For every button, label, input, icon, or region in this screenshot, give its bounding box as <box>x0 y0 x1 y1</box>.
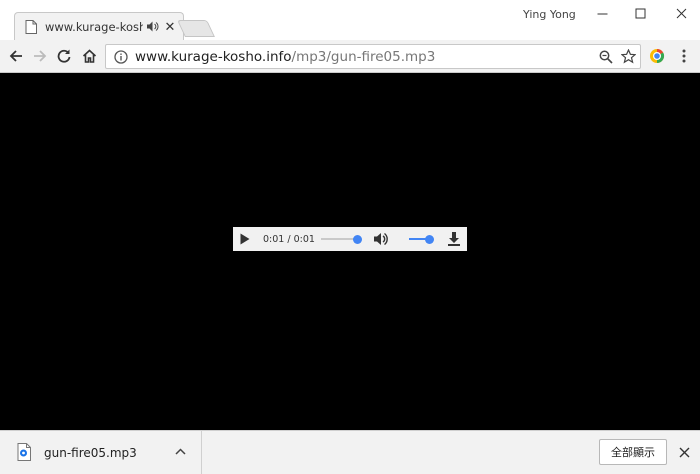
forward-arrow-icon[interactable] <box>30 46 50 66</box>
url-path: /mp3/gun-fire05.mp3 <box>291 48 436 65</box>
seek-slider[interactable] <box>321 234 362 244</box>
reload-icon[interactable] <box>54 46 74 66</box>
time-display: 0:01 / 0:01 <box>263 233 315 245</box>
show-all-button[interactable]: 全部顯示 <box>599 439 667 465</box>
browser-tab[interactable]: www.kurage-kosho.i ✕ <box>14 12 184 40</box>
volume-icon[interactable] <box>373 231 389 250</box>
speaker-icon[interactable] <box>147 21 159 32</box>
chrome-extension-icon[interactable] <box>647 46 667 66</box>
tab-strip: www.kurage-kosho.i ✕ Ying Yong <box>0 0 700 40</box>
maximize-icon[interactable] <box>630 4 650 22</box>
url-text[interactable]: www.kurage-kosho.info/mp3/gun-fire05.mp3 <box>135 49 596 65</box>
audio-player[interactable]: 0:01 / 0:01 <box>233 227 467 251</box>
minimize-icon[interactable] <box>592 4 612 22</box>
download-icon[interactable] <box>447 231 461 250</box>
shelf-close-icon[interactable] <box>676 444 692 460</box>
star-icon[interactable] <box>618 47 638 67</box>
url-host: www.kurage-kosho.info <box>135 48 292 65</box>
browser-toolbar: www.kurage-kosho.info/mp3/gun-fire05.mp3 <box>0 40 700 73</box>
seek-knob[interactable] <box>353 234 362 244</box>
tab-close-icon[interactable]: ✕ <box>163 19 177 35</box>
media-viewer: 0:01 / 0:01 <box>0 73 700 430</box>
home-icon[interactable] <box>79 46 99 66</box>
chevron-up-icon[interactable] <box>172 443 188 459</box>
volume-slider[interactable] <box>409 234 434 244</box>
info-icon[interactable] <box>111 49 131 64</box>
audio-file-icon <box>17 443 31 466</box>
download-shelf: gun-fire05.mp3 全部顯示 <box>0 430 700 474</box>
kebab-menu-icon[interactable] <box>674 46 694 66</box>
zoom-icon[interactable] <box>596 47 616 67</box>
download-item[interactable]: gun-fire05.mp3 <box>0 431 202 474</box>
back-arrow-icon[interactable] <box>6 46 26 66</box>
tab-title: www.kurage-kosho.i <box>45 19 143 34</box>
document-icon <box>25 19 37 34</box>
close-icon[interactable] <box>671 4 691 22</box>
volume-knob[interactable] <box>425 234 434 244</box>
address-bar[interactable]: www.kurage-kosho.info/mp3/gun-fire05.mp3 <box>105 44 641 69</box>
play-icon[interactable] <box>240 233 260 245</box>
download-file-name[interactable]: gun-fire05.mp3 <box>44 446 137 460</box>
profile-name[interactable]: Ying Yong <box>523 8 576 21</box>
